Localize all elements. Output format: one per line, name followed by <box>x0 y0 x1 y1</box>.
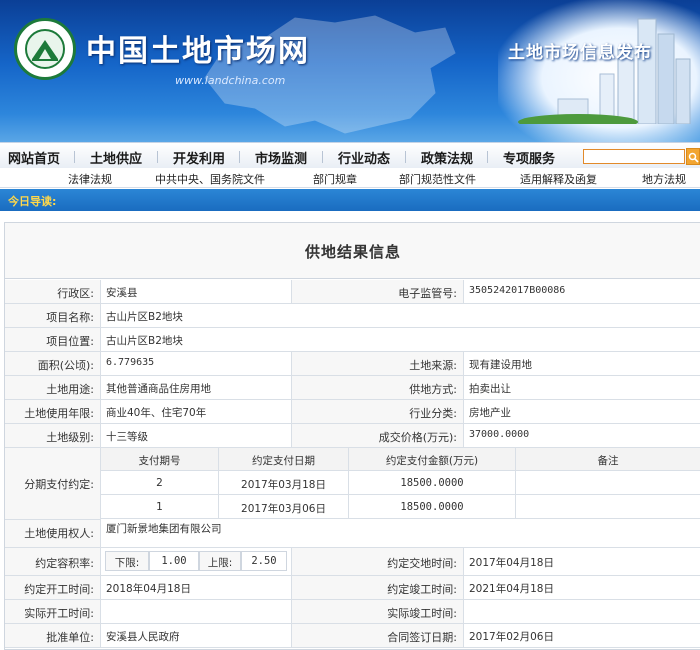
installment-header-date: 约定支付日期 <box>219 448 349 471</box>
installment-header-note: 备注 <box>516 448 700 471</box>
supply-method-value: 拍卖出让 <box>464 376 700 400</box>
actual-finish-value <box>464 600 700 624</box>
project-location-label: 项目位置: <box>5 328 101 352</box>
subnav-local-laws[interactable]: 地方法规 <box>642 171 686 187</box>
installment-row-1-date: 2017年03月18日 <box>219 471 349 495</box>
contract-label: 合同签订日期: <box>292 624 464 648</box>
project-name-value: 古山片区B2地块 <box>101 304 700 328</box>
installment-row-2-date: 2017年03月06日 <box>219 495 349 519</box>
logo-emblem-icon <box>25 29 65 69</box>
subnav-central-docs[interactable]: 中共中央、国务院文件 <box>155 171 265 187</box>
installment-row-1-amount: 18500.0000 <box>349 471 516 495</box>
far-lower-label: 下限: <box>105 551 149 571</box>
installment-row-2-no: 1 <box>101 495 219 519</box>
nav-home[interactable]: 网站首页 <box>8 148 60 167</box>
finish-label: 约定竣工时间: <box>292 576 464 600</box>
installment-header-no: 支付期号 <box>101 448 219 471</box>
price-value: 37000.0000 <box>464 424 700 448</box>
installment-row-1-note <box>516 471 700 495</box>
price-label: 成交价格(万元): <box>292 424 464 448</box>
far-upper-label: 上限: <box>199 551 241 571</box>
subnav-dept-rules[interactable]: 部门规章 <box>313 171 357 187</box>
project-location-value: 古山片区B2地块 <box>101 328 700 352</box>
installment-row-2-note <box>516 495 700 519</box>
supply-result-panel: 供地结果信息 行政区: 安溪县 电子监管号: 3505242017B00086 … <box>4 222 700 650</box>
sub-navigation: 法律法规 中共中央、国务院文件 部门规章 部门规范性文件 适用解释及函复 地方法… <box>0 168 700 188</box>
area-label: 面积(公顷): <box>5 352 101 376</box>
nav-services[interactable]: 专项服务 <box>503 148 555 167</box>
land-source-label: 土地来源: <box>292 352 464 376</box>
nav-market-monitor[interactable]: 市场监测 <box>255 148 307 167</box>
land-source-value: 现有建设用地 <box>464 352 700 376</box>
start-label: 约定开工时间: <box>5 576 101 600</box>
land-use-label: 土地用途: <box>5 376 101 400</box>
search-button[interactable] <box>686 148 700 165</box>
start-value: 2018年04月18日 <box>101 576 292 600</box>
land-user-label: 土地使用权人: <box>5 520 101 548</box>
area-value: 6.779635 <box>101 352 292 376</box>
subnav-interpretations[interactable]: 适用解释及函复 <box>520 171 597 187</box>
approver-value: 安溪县人民政府 <box>101 624 292 648</box>
use-years-value: 商业40年、住宅70年 <box>101 400 292 424</box>
actual-finish-label: 实际竣工时间: <box>292 600 464 624</box>
use-years-label: 土地使用年限: <box>5 400 101 424</box>
today-guide-label: 今日导读: <box>8 195 57 208</box>
nav-policy[interactable]: 政策法规 <box>421 148 473 167</box>
land-user-value: 厦门新景地集团有限公司 <box>101 520 700 548</box>
installments-label: 分期支付约定: <box>5 448 101 520</box>
page-title: 供地结果信息 <box>5 223 700 279</box>
search-input[interactable] <box>583 149 685 164</box>
contract-value: 2017年02月06日 <box>464 624 700 648</box>
land-grade-label: 土地级别: <box>5 424 101 448</box>
district-value: 安溪县 <box>101 280 292 304</box>
subnav-dept-normative[interactable]: 部门规范性文件 <box>399 171 476 187</box>
installment-row-1-no: 2 <box>101 471 219 495</box>
far-upper-value: 2.50 <box>241 551 287 571</box>
actual-start-label: 实际开工时间: <box>5 600 101 624</box>
delivery-value: 2017年04月18日 <box>464 548 700 576</box>
industry-value: 房地产业 <box>464 400 700 424</box>
supervision-no-value: 3505242017B00086 <box>464 280 700 304</box>
far-label: 约定容积率: <box>5 548 101 576</box>
site-url: www.landchina.com <box>175 74 286 87</box>
land-use-value: 其他普通商品住房用地 <box>101 376 292 400</box>
city-buildings-graphic <box>518 18 691 124</box>
today-guide-bar: 今日导读: <box>0 189 700 211</box>
land-grade-value: 十三等级 <box>101 424 292 448</box>
district-label: 行政区: <box>5 280 101 304</box>
site-banner: 中国土地市场网 www.landchina.com 土地市场信息发布 <box>0 0 700 142</box>
supervision-no-label: 电子监管号: <box>292 280 464 304</box>
site-logo[interactable] <box>14 18 76 80</box>
installment-row-2-amount: 18500.0000 <box>349 495 516 519</box>
finish-value: 2021年04月18日 <box>464 576 700 600</box>
far-values: 下限: 1.00 上限: 2.50 <box>101 548 292 576</box>
nav-land-supply[interactable]: 土地供应 <box>90 148 142 167</box>
slogan-text: 土地市场信息发布 <box>508 43 652 63</box>
subnav-laws[interactable]: 法律法规 <box>68 171 112 187</box>
installment-header-amount: 约定支付金额(万元) <box>349 448 516 471</box>
site-name: 中国土地市场网 <box>86 34 310 69</box>
search-icon <box>688 152 699 163</box>
project-name-label: 项目名称: <box>5 304 101 328</box>
delivery-label: 约定交地时间: <box>292 548 464 576</box>
actual-start-value <box>101 600 292 624</box>
main-navigation: 网站首页 土地供应 开发利用 市场监测 行业动态 政策法规 专项服务 <box>0 142 700 168</box>
far-lower-value: 1.00 <box>149 551 199 571</box>
approver-label: 批准单位: <box>5 624 101 648</box>
slogan-area: 土地市场信息发布 <box>498 0 700 142</box>
supply-method-label: 供地方式: <box>292 376 464 400</box>
nav-industry-news[interactable]: 行业动态 <box>338 148 390 167</box>
industry-label: 行业分类: <box>292 400 464 424</box>
nav-development[interactable]: 开发利用 <box>173 148 225 167</box>
